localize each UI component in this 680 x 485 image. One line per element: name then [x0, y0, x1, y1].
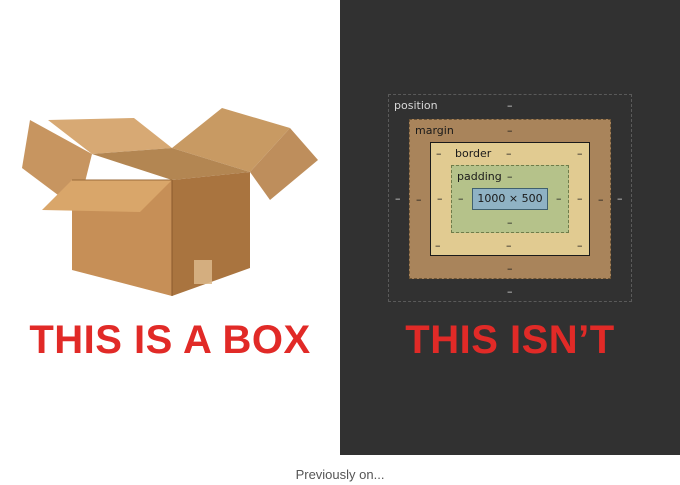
border-bottom-value: – — [506, 239, 512, 252]
box-caption: THIS IS A BOX — [29, 318, 311, 362]
margin-bottom-value: – — [507, 262, 513, 275]
position-bottom-value: – — [507, 285, 513, 298]
footer-caption: Previously on... — [295, 467, 385, 482]
border-left-value: – — [437, 192, 443, 205]
border-top-right-value: – — [577, 147, 583, 160]
box-model-caption: THIS ISN’T — [405, 318, 615, 362]
margin-label: margin — [415, 124, 454, 137]
left-panel: THIS IS A BOX — [0, 0, 340, 455]
position-top-value: – — [507, 99, 513, 112]
meme-page: THIS IS A BOX position – – – – margin – … — [0, 0, 680, 485]
padding-top-value: – — [507, 170, 513, 183]
cardboard-box-image — [22, 108, 318, 296]
margin-box: margin – – – – – border – – – – – – – pa… — [409, 119, 611, 279]
border-bottom-left-value: – — [435, 239, 441, 252]
position-right-value: – — [617, 192, 623, 205]
border-corner-value: – — [436, 147, 442, 160]
padding-label: padding — [457, 170, 502, 183]
border-top-value: – — [506, 147, 512, 160]
padding-right-value: – — [556, 192, 562, 205]
right-panel: position – – – – margin – – – – – border… — [340, 0, 680, 455]
margin-left-value: – — [416, 193, 422, 206]
margin-right-value: – — [598, 193, 604, 206]
border-right-value: – — [577, 192, 583, 205]
padding-box: padding – – – – 1000 × 500 — [451, 165, 569, 233]
border-label: border — [455, 147, 492, 160]
padding-left-value: – — [458, 192, 464, 205]
padding-bottom-value: – — [507, 216, 513, 229]
margin-top-value: – — [507, 124, 513, 137]
content-size-box: 1000 × 500 — [472, 188, 548, 210]
position-label: position — [394, 99, 438, 112]
border-box: – border – – – – – – – padding – – – – 1… — [430, 142, 590, 256]
border-bottom-right-value: – — [577, 239, 583, 252]
box-model-diagram: position – – – – margin – – – – – border… — [388, 94, 632, 302]
position-left-value: – — [395, 192, 401, 205]
